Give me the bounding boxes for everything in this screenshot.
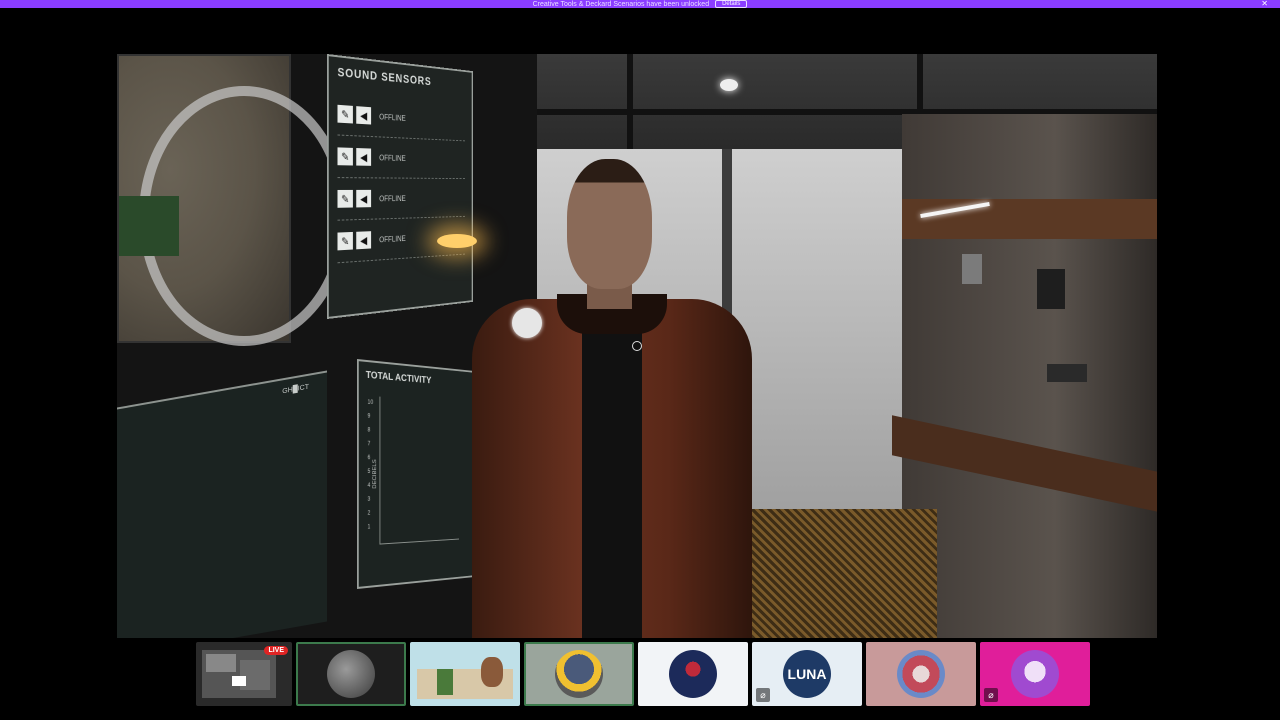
avatar-text: LUNA (787, 666, 827, 682)
close-icon[interactable]: ✕ (1261, 0, 1268, 8)
screen-label: GH█ICT (282, 383, 309, 396)
live-badge: LIVE (264, 646, 288, 655)
total-activity-panel: TOTAL ACTIVITY 10 9 8 7 6 5 4 3 2 1 DECI… (357, 359, 476, 589)
pencil-icon[interactable]: ✎ (337, 147, 353, 166)
activity-title: TOTAL ACTIVITY (365, 369, 432, 387)
avatar: LUNA (783, 650, 831, 698)
avatar (555, 650, 603, 698)
avatar (669, 650, 717, 698)
banner-text: Creative Tools & Deckard Scenarios have … (532, 0, 710, 8)
pencil-icon[interactable]: ✎ (337, 189, 353, 208)
map-screen (117, 54, 349, 346)
lower-left-screen: GH█ICT (117, 370, 327, 638)
speaker-icon[interactable]: ◀ (356, 148, 372, 166)
speaker-icon[interactable]: ◀ (356, 189, 372, 208)
participant-tile-skull[interactable]: ⌀ (980, 642, 1090, 706)
sensor-panel-title: SOUND SENSORS (337, 65, 432, 89)
avatar (417, 649, 513, 699)
participant-tile-luna[interactable]: LUNA ⌀ (752, 642, 862, 706)
ghost-character (462, 149, 762, 638)
speaker-icon[interactable]: ◀ (356, 231, 372, 250)
top-banner: Creative Tools & Deckard Scenarios have … (0, 0, 1280, 8)
sensor-row: ✎ ◀ OFFLINE (337, 135, 465, 180)
mic-off-icon: ⌀ (984, 688, 998, 702)
avatar (897, 650, 945, 698)
activity-axis (379, 396, 459, 545)
mic-off-icon: ⌀ (756, 688, 770, 702)
avatar (327, 650, 375, 698)
participant-tile-worker[interactable] (524, 642, 634, 706)
activity-ylabel: DECIBELS (372, 459, 378, 489)
sensor-row: ✎ ◀ OFFLINE (337, 178, 465, 221)
self-stream-tile[interactable]: LIVE (196, 642, 292, 706)
sensor-row: ✎ ◀ OFFLINE (337, 92, 465, 142)
participant-tile-astronaut[interactable] (638, 642, 748, 706)
ceiling-light (720, 79, 738, 91)
avatar (1011, 650, 1059, 698)
participant-tile-office[interactable] (410, 642, 520, 706)
participant-tile-moon[interactable] (296, 642, 406, 706)
participants-bar: LIVE LUNA ⌀ ⌀ (196, 642, 1090, 706)
pencil-icon[interactable]: ✎ (337, 104, 353, 124)
banner-details-button[interactable]: Details (715, 0, 748, 8)
speaker-icon[interactable]: ◀ (356, 106, 372, 125)
sensor-status: OFFLINE (379, 153, 406, 163)
sensor-status: OFFLINE (379, 112, 406, 123)
participant-tile-demon[interactable] (866, 642, 976, 706)
pencil-icon[interactable]: ✎ (337, 231, 353, 251)
screen-share-thumbnail (202, 650, 276, 698)
crosshair-icon (632, 341, 642, 351)
interaction-cursor (512, 308, 542, 338)
sensor-status: OFFLINE (379, 233, 406, 244)
right-wall (892, 114, 1157, 638)
sensor-status: OFFLINE (379, 193, 406, 203)
sound-sensors-panel[interactable]: SOUND SENSORS ✎ ◀ OFFLINE ✎ ◀ OFFLINE ✎ … (327, 54, 474, 319)
